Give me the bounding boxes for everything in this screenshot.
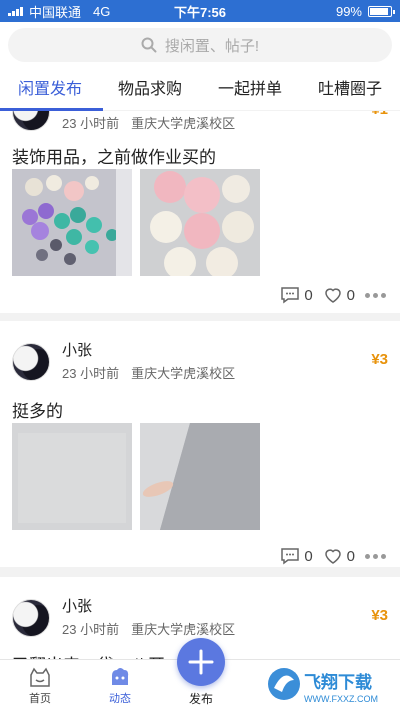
post-text: 又翻出来一袋，八开 (12, 651, 165, 659)
signal-icon (8, 6, 23, 16)
tab-wanted[interactable]: 物品求购 (114, 70, 186, 110)
post-image-paper-2[interactable] (140, 423, 260, 530)
search-input[interactable]: 搜闲置、帖子! (8, 28, 392, 62)
post-location: 重庆大学虎溪校区 (131, 116, 236, 131)
like-button[interactable]: 0 (323, 286, 355, 304)
post-price: ¥3 (371, 607, 388, 624)
comment-button[interactable]: 0 (280, 286, 313, 304)
heart-icon (324, 549, 341, 564)
post-feed[interactable]: 23 小时前重庆大学虎溪校区 ¥1 装饰用品，之前做作业买的 (0, 111, 400, 659)
comment-button[interactable]: 0 (280, 547, 313, 565)
post-actions: 0 0 (280, 547, 386, 565)
post-username[interactable]: 小张 (62, 595, 92, 616)
more-options-icon[interactable] (365, 553, 386, 559)
post-header: 小张 23 小时前 重庆大学虎溪校区 ¥3 (12, 337, 388, 385)
post-actions: 0 0 (280, 286, 386, 304)
post-text: 装饰用品，之前做作业买的 (12, 148, 216, 167)
post-meta: 23 小时前 重庆大学虎溪校区 (62, 363, 235, 382)
post-price: ¥3 (371, 351, 388, 368)
post-image-beads-2[interactable] (140, 169, 260, 276)
avatar[interactable] (12, 343, 50, 381)
post-location: 重庆大学虎溪校区 (131, 366, 236, 381)
like-button[interactable]: 0 (323, 547, 355, 565)
battery-icon (368, 5, 395, 17)
network-label: 4G (93, 3, 111, 19)
home-icon (30, 667, 50, 687)
search-placeholder: 搜闲置、帖子! (164, 37, 260, 55)
post-card[interactable]: 23 小时前重庆大学虎溪校区 ¥1 装饰用品，之前做作业买的 (0, 111, 400, 313)
post-header: 小张 23 小时前 重庆大学虎溪校区 ¥3 (12, 593, 388, 641)
post-price: ¥1 (371, 111, 388, 118)
post-time: 23 小时前 (62, 116, 120, 131)
plus-icon (188, 649, 214, 675)
post-location: 重庆大学虎溪校区 (131, 622, 236, 637)
post-time: 23 小时前 (62, 366, 120, 381)
post-image-paper-1[interactable] (12, 423, 132, 530)
publish-button[interactable] (177, 638, 225, 686)
comment-count: 0 (304, 286, 313, 304)
more-options-icon[interactable] (365, 292, 386, 298)
like-count: 0 (346, 286, 355, 304)
post-header: 23 小时前重庆大学虎溪校区 ¥1 (12, 111, 388, 135)
heart-icon (324, 288, 341, 303)
watermark-url: WWW.FXXZ.COM (304, 694, 378, 704)
comment-count: 0 (304, 547, 313, 565)
category-tabs: 闲置发布 物品求购 一起拼单 吐槽圈子 (0, 70, 400, 110)
nav-home-label: 首页 (29, 693, 51, 705)
publish-label: 发布 (188, 692, 213, 706)
tab-group-buy[interactable]: 一起拼单 (214, 70, 286, 110)
like-count: 0 (346, 547, 355, 565)
post-meta: 23 小时前 重庆大学虎溪校区 (62, 619, 235, 638)
post-text: 挺多的 (12, 402, 63, 421)
avatar[interactable] (12, 111, 50, 131)
post-image-beads-1[interactable] (12, 169, 132, 276)
search-icon (141, 37, 157, 53)
post-time: 23 小时前 (62, 622, 120, 637)
carrier-label: 中国联通 (29, 4, 82, 20)
comment-icon (281, 548, 300, 565)
search-bar-container: 搜闲置、帖子! (0, 22, 400, 70)
avatar[interactable] (12, 599, 50, 637)
nav-home[interactable]: 首页 (10, 660, 70, 711)
nav-feed-label: 动态 (109, 693, 131, 705)
watermark-logo: 飞翔下载 WWW.FXXZ.COM (264, 662, 396, 708)
tab-idle-posts[interactable]: 闲置发布 (14, 70, 86, 110)
post-meta: 23 小时前 重庆大学虎溪校区 (62, 113, 235, 132)
battery-percent: 99% (335, 3, 362, 19)
status-bar: 中国联通 4G 下午7:56 99% (0, 0, 400, 22)
post-username[interactable]: 小张 (62, 339, 92, 360)
nav-feed[interactable]: 动态 (90, 660, 150, 711)
watermark-text: 飞翔下载 (304, 672, 372, 692)
post-card[interactable]: 小张 23 小时前 重庆大学虎溪校区 ¥3 挺多的 0 0 (0, 321, 400, 567)
comment-icon (281, 287, 300, 304)
feed-icon (112, 668, 129, 685)
tab-complaints[interactable]: 吐槽圈子 (314, 70, 386, 110)
